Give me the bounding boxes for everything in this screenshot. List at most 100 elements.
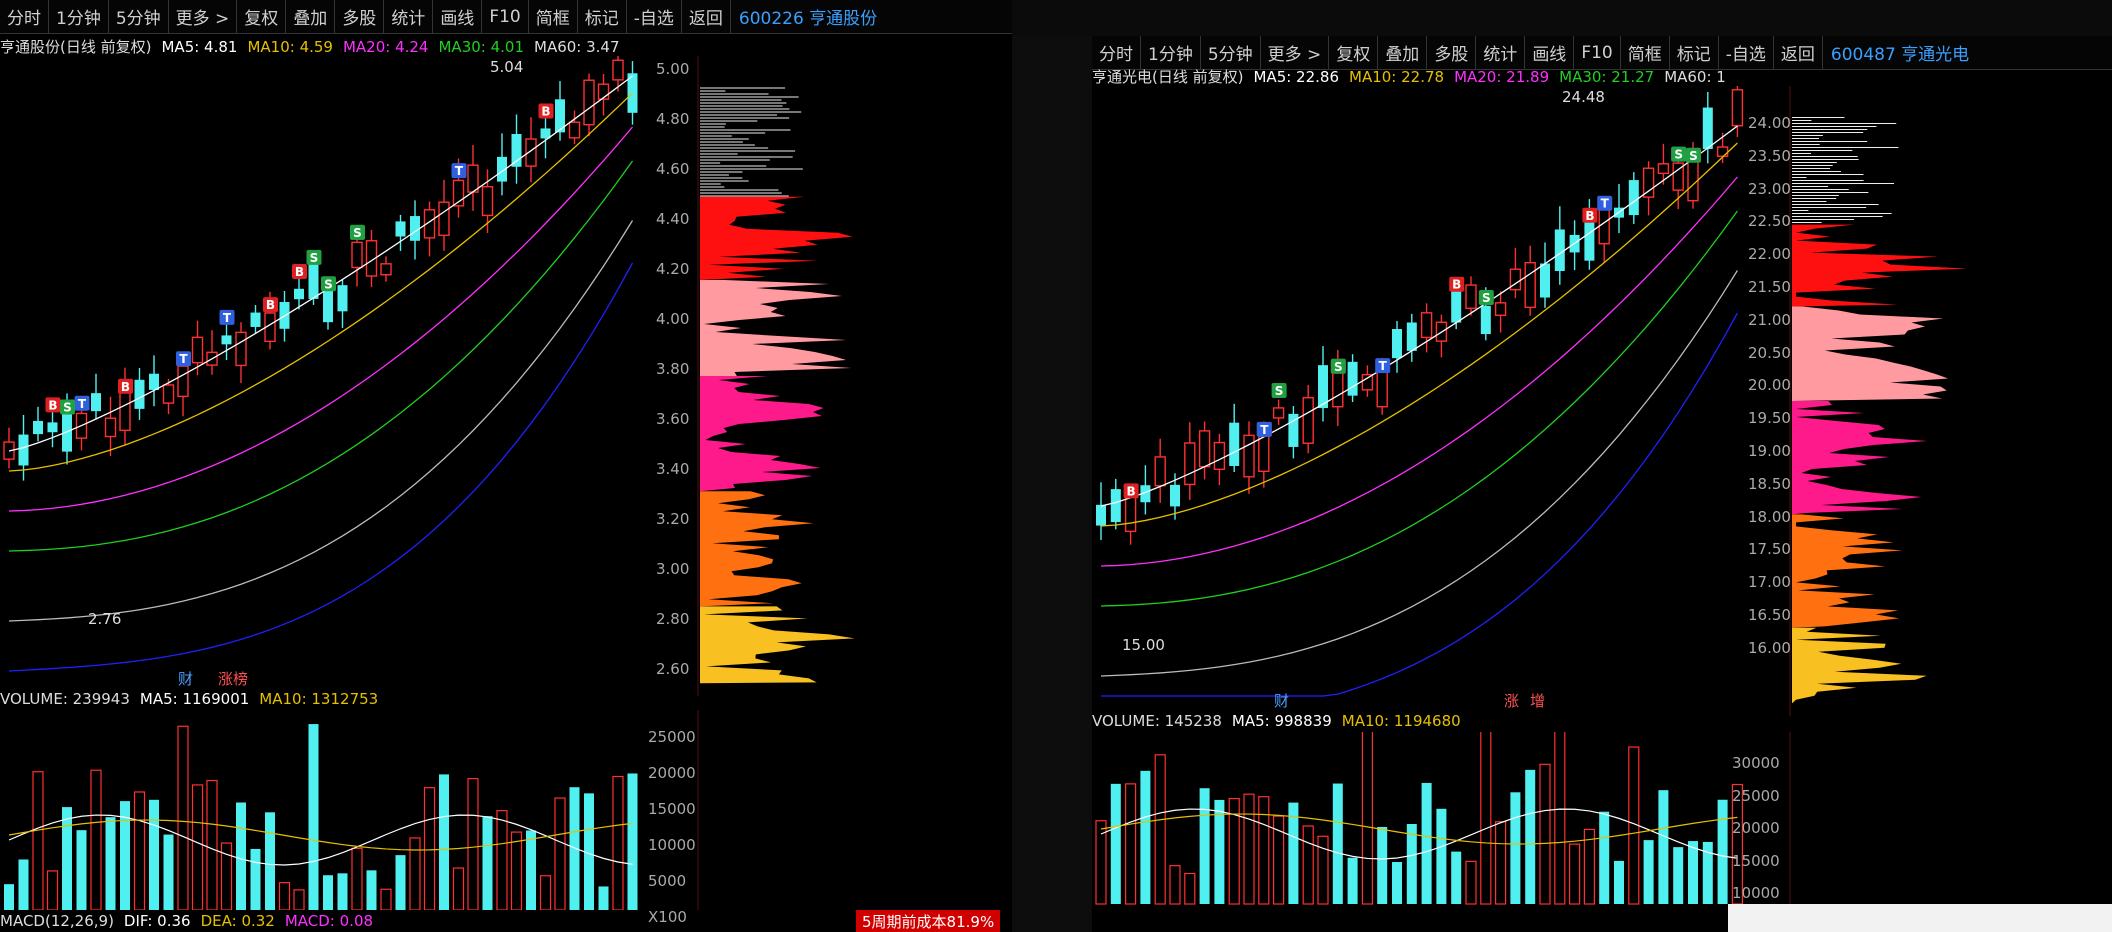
right-candle [1154, 438, 1166, 503]
svg-text:T: T [223, 311, 232, 325]
right-chip-band [1792, 224, 1968, 307]
left-candle [235, 322, 247, 384]
left-volume-bar [105, 817, 116, 910]
left-signal-marker: S [60, 399, 75, 415]
right-price-tick: 23.50 [1748, 146, 1791, 165]
right-price-tick: 20.50 [1748, 343, 1791, 362]
right-toolbar-item[interactable]: 叠加 [1378, 36, 1428, 70]
left-volume-bar [265, 812, 275, 910]
left-toolbar-item[interactable]: 更多 > [169, 0, 238, 34]
left-price-tick: 4.80 [656, 110, 690, 128]
right-toolbar-item[interactable]: 1分钟 [1141, 36, 1201, 70]
right-volume-bar [1214, 799, 1225, 904]
left-volume-tick: 20000 [648, 764, 696, 782]
right-signal-marker: S [1330, 358, 1346, 374]
right-volume-bar [1095, 820, 1107, 905]
right-vol-value: VOLUME: 145238 [1092, 712, 1222, 730]
left-toolbar-item[interactable]: 多股 [335, 0, 385, 34]
right-toolbar-item[interactable]: -自选 [1719, 36, 1774, 70]
right-toolbar-item[interactable]: F10 [1574, 36, 1621, 70]
right-high-label: 24.48 [1562, 88, 1605, 106]
left-volume-bar [337, 873, 348, 910]
left-signal-marker: T [74, 395, 90, 411]
left-signal-marker: B [45, 397, 61, 413]
right-toolbar-item[interactable]: 多股 [1427, 36, 1477, 70]
left-toolbar-item[interactable]: 简框 [529, 0, 578, 34]
left-badge-cai[interactable]: 财 [176, 668, 195, 689]
left-candle [525, 117, 537, 183]
left-signal-marker: B [118, 378, 133, 394]
right-volume-bar [1658, 790, 1669, 904]
right-volume-tick: 25000 [1732, 786, 1780, 805]
left-toolbar-item[interactable]: 标记 [578, 0, 627, 34]
right-badge-zhang[interactable]: 涨 [1502, 690, 1521, 711]
right-volume-bar [1169, 865, 1181, 905]
left-ma20: MA20: 4.24 [342, 37, 429, 56]
right-toolbar-item[interactable]: 返回 [1774, 36, 1823, 70]
right-volume-bar [1495, 821, 1507, 905]
left-toolbar-item[interactable]: 复权 [237, 0, 287, 34]
right-price-tick: 22.00 [1748, 245, 1791, 264]
right-candle [1288, 406, 1299, 459]
left-toolbar-item[interactable]: 叠加 [286, 0, 336, 34]
right-volume-bar [1569, 843, 1581, 905]
svg-text:B: B [1585, 209, 1594, 223]
right-candle [1096, 482, 1106, 541]
left-candlestick-chart[interactable]: BSTBSTBSTBSTBS [0, 56, 700, 696]
left-toolbar-item[interactable]: -自选 [627, 0, 682, 34]
left-vol-ma10-line [8, 819, 633, 851]
left-candle [568, 110, 581, 145]
right-signal-marker: S [1478, 289, 1494, 305]
right-badge-cai[interactable]: 财 [1272, 690, 1291, 711]
right-candlestick-chart[interactable]: BSTBSTBSTBSTBS [1092, 86, 1792, 716]
right-volume-tick: 10000 [1732, 884, 1780, 903]
left-toolbar-item[interactable]: 统计 [384, 0, 434, 34]
left-volume-chart[interactable] [0, 710, 700, 910]
left-candle [395, 214, 406, 251]
right-candle [1628, 172, 1639, 224]
left-volume-bar [76, 830, 87, 910]
right-price-tick: 18.50 [1748, 474, 1791, 493]
right-price-tick: 19.50 [1748, 409, 1791, 428]
right-volume-chart[interactable] [1092, 732, 1792, 932]
right-price-tick: 17.50 [1748, 540, 1791, 559]
right-toolbar-item[interactable]: 画线 [1525, 36, 1575, 70]
left-ma10: MA10: 4.59 [247, 37, 333, 56]
left-toolbar-item[interactable]: F10 [482, 0, 529, 34]
right-volume-bar [1421, 782, 1432, 904]
right-candle [1243, 421, 1255, 494]
right-toolbar-item[interactable]: 5分钟 [1201, 36, 1261, 70]
left-volume-tick: 5000 [648, 872, 687, 890]
left-stock-code: 600226 亨通股份 [738, 9, 878, 29]
right-toolbar-item[interactable]: 标记 [1670, 36, 1719, 70]
right-price-tick: 17.00 [1748, 573, 1791, 592]
right-volume-bar [1465, 860, 1477, 905]
right-toolbar-item[interactable]: 复权 [1329, 36, 1379, 70]
right-toolbar-item[interactable]: 统计 [1476, 36, 1526, 70]
left-toolbar-item[interactable]: 画线 [433, 0, 483, 34]
left-toolbar-item[interactable]: 分时 [0, 0, 49, 34]
right-toolbar-item[interactable]: 分时 [1092, 36, 1141, 70]
right-volume-bar [1525, 769, 1536, 904]
left-chart-window: 分时 1分钟 5分钟 更多 > 复权 叠加 多股 统计 画线 F10 简框 标记 -自选 返回 600226… [0, 0, 1012, 932]
left-volume-bar [32, 771, 44, 910]
right-price-tick: 20.00 [1748, 376, 1791, 395]
svg-text:S: S [310, 251, 319, 265]
left-ma30: MA30: 4.01 [438, 37, 524, 56]
right-badge-zeng[interactable]: 增 [1528, 690, 1547, 711]
right-toolbar-item[interactable]: 更多 > [1261, 36, 1330, 70]
left-badge-zhangbang[interactable]: 涨榜 [216, 668, 250, 689]
left-volume-bar [133, 791, 146, 910]
left-candle [149, 355, 159, 407]
left-volume-bar [598, 886, 609, 910]
right-volume-bar [1258, 796, 1270, 905]
left-volume-bar [278, 882, 291, 910]
right-toolbar: 分时 1分钟 5分钟 更多 > 复权 叠加 多股 统计 画线 F10 简框 标记 -自选 返回 600487… [1092, 36, 2112, 70]
svg-text:S: S [1689, 149, 1698, 163]
left-toolbar-item[interactable]: 5分钟 [109, 0, 169, 34]
right-toolbar-item[interactable]: 简框 [1621, 36, 1670, 70]
left-toolbar-item[interactable]: 1分钟 [49, 0, 109, 34]
left-toolbar-item[interactable]: 返回 [682, 0, 731, 34]
right-chip-band [1792, 514, 1903, 628]
right-price-tick: 18.00 [1748, 507, 1791, 526]
